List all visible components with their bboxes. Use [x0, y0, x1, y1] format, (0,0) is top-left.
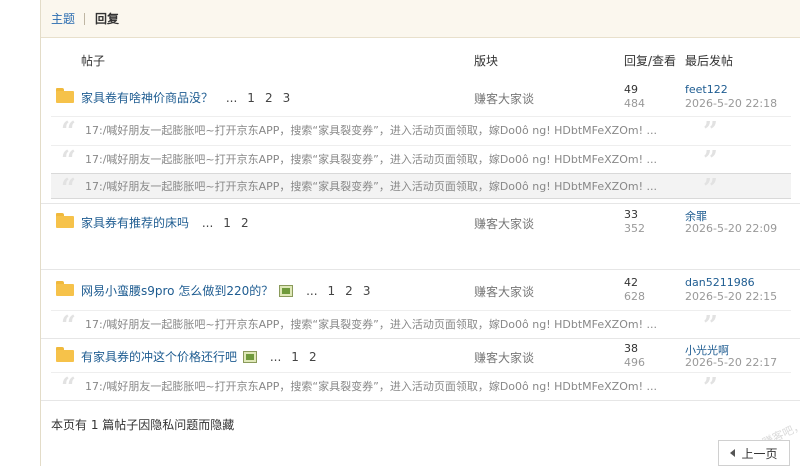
thread-reply-count: 33 — [624, 208, 638, 221]
folder-icon — [56, 213, 74, 228]
tab-replies[interactable]: 回复 — [95, 10, 119, 27]
page-link[interactable]: 1 — [328, 284, 336, 298]
close-quote-icon: ” — [703, 311, 718, 341]
thread-view-count: 496 — [624, 356, 645, 369]
last-post-time: 2026-5-20 22:09 — [685, 222, 778, 235]
page-link[interactable]: 1 — [247, 91, 255, 105]
tab-bar: 主题 回复 — [41, 0, 800, 38]
page-link[interactable]: 3 — [283, 91, 291, 105]
open-quote-icon: “ — [61, 373, 76, 403]
tab-threads[interactable]: 主题 — [51, 10, 75, 27]
thread-view-count: 352 — [624, 222, 645, 235]
reply-quote-highlighted[interactable]: “ 17:/喊好朋友一起膨胀吧~打开京东APP，搜索“家具裂变券”，进入活动页面… — [51, 173, 791, 204]
column-header-post: 帖子 — [81, 54, 106, 68]
thread-list-panel: 主题 回复 帖子 版块 回复/查看 最后发帖 家具卷有啥神价商品没？ ... 1 2… — [40, 0, 800, 466]
reply-quote-text: 17:/喊好朋友一起膨胀吧~打开京东APP，搜索“家具裂变券”，进入活动页面领取… — [85, 180, 657, 193]
last-post-time: 2026-5-20 22:17 — [685, 356, 778, 369]
page-link[interactable]: 2 — [265, 91, 273, 105]
thread-pages: ... 1 2 3 — [221, 91, 295, 105]
column-header-replies-views: 回复/查看 — [624, 54, 677, 68]
page-link[interactable]: 2 — [309, 350, 317, 364]
column-header-last-post: 最后发帖 — [685, 54, 734, 68]
close-quote-icon: ” — [703, 146, 718, 176]
tab-divider — [84, 12, 86, 25]
page-link[interactable]: 2 — [241, 216, 249, 230]
last-poster-link[interactable]: feet122 — [685, 83, 728, 96]
row-divider — [41, 338, 800, 339]
thread-title-row: 有家具券的冲这个价格还行吧 ... 1 2 — [81, 348, 322, 365]
close-quote-icon: ” — [703, 373, 718, 403]
open-quote-icon: “ — [61, 146, 76, 176]
thread-title-row: 家具券有推荐的床吗 ... 1 2 — [81, 214, 254, 231]
reply-quote-text: 17:/喊好朋友一起膨胀吧~打开京东APP，搜索“家具裂变券”，进入活动页面领取… — [85, 379, 657, 393]
folder-icon — [56, 347, 74, 362]
folder-icon — [56, 281, 74, 296]
reply-quote[interactable]: “ 17:/喊好朋友一起膨胀吧~打开京东APP，搜索“家具裂变券”，进入活动页面… — [51, 310, 791, 341]
thread-forum-link[interactable]: 赚客大家谈 — [474, 283, 534, 300]
thread-title-link[interactable]: 家具券有推荐的床吗 — [81, 216, 189, 230]
thread-pages: ... 1 2 — [197, 216, 254, 230]
previous-page-label: 上一页 — [741, 446, 778, 461]
reply-quote[interactable]: “ 17:/喊好朋友一起膨胀吧~打开京东APP，搜索“家具裂变券”，进入活动页面… — [51, 372, 791, 403]
row-divider — [41, 203, 800, 204]
thread-view-count: 628 — [624, 290, 645, 303]
thread-title-row: 家具卷有啥神价商品没？ ... 1 2 3 — [81, 89, 295, 106]
thread-forum-link[interactable]: 赚客大家谈 — [474, 90, 534, 107]
thread-forum-link[interactable]: 赚客大家谈 — [474, 215, 534, 232]
page-ellipsis: ... — [225, 91, 238, 105]
close-quote-icon: ” — [703, 117, 718, 147]
row-divider — [41, 400, 800, 401]
open-quote-icon: “ — [61, 311, 76, 341]
image-attachment-icon — [243, 351, 258, 363]
open-quote-icon: “ — [61, 174, 76, 204]
last-post-time: 2026-5-20 22:18 — [685, 97, 778, 110]
reply-quote-text: 17:/喊好朋友一起膨胀吧~打开京东APP，搜索“家具裂变券”，进入活动页面领取… — [85, 152, 657, 166]
page-ellipsis: ... — [306, 284, 318, 298]
open-quote-icon: “ — [61, 117, 76, 147]
reply-quote[interactable]: “ 17:/喊好朋友一起膨胀吧~打开京东APP，搜索“家具裂变券”，进入活动页面… — [51, 145, 791, 176]
last-poster-link[interactable]: dan5211986 — [685, 276, 755, 289]
thread-reply-count: 49 — [624, 83, 638, 96]
page-ellipsis: ... — [201, 216, 214, 230]
page-ellipsis: ... — [269, 350, 282, 364]
thread-title-link[interactable]: 网易小蛮腰s9pro 怎么做到220的？ — [81, 284, 273, 298]
thread-title-row: 网易小蛮腰s9pro 怎么做到220的？ ... 1 2 3 — [81, 282, 375, 299]
thread-reply-count: 38 — [624, 342, 638, 355]
reply-quote[interactable]: “ 17:/喊好朋友一起膨胀吧~打开京东APP，搜索“家具裂变券”，进入活动页面… — [51, 116, 791, 147]
close-quote-icon: ” — [703, 174, 718, 204]
reply-quote-text: 17:/喊好朋友一起膨胀吧~打开京东APP，搜索“家具裂变券”，进入活动页面领取… — [85, 123, 657, 137]
thread-pages: ... 1 2 3 — [301, 284, 375, 298]
thread-forum-link[interactable]: 赚客大家谈 — [474, 349, 534, 366]
reply-quote-text: 17:/喊好朋友一起膨胀吧~打开京东APP，搜索“家具裂变券”，进入活动页面领取… — [85, 317, 657, 331]
image-attachment-icon — [279, 285, 294, 297]
thread-view-count: 484 — [624, 97, 645, 110]
thread-title-link[interactable]: 有家具券的冲这个价格还行吧 — [81, 350, 237, 364]
thread-title-link[interactable]: 家具卷有啥神价商品没？ — [81, 91, 213, 105]
thread-reply-count: 42 — [624, 276, 638, 289]
previous-page-button[interactable]: 上一页 — [718, 440, 790, 466]
page-link[interactable]: 2 — [345, 284, 353, 298]
chevron-left-icon — [730, 449, 736, 457]
page-link[interactable]: 1 — [223, 216, 231, 230]
column-header-forum: 版块 — [474, 54, 499, 68]
folder-icon — [56, 88, 74, 103]
hidden-posts-note: 本页有 1 篇帖子因隐私问题而隐藏 — [51, 418, 235, 432]
last-post-time: 2026-5-20 22:15 — [685, 290, 778, 303]
thread-pages: ... 1 2 — [265, 350, 322, 364]
row-divider — [41, 269, 800, 270]
page-link[interactable]: 1 — [291, 350, 299, 364]
page-link[interactable]: 3 — [363, 284, 371, 298]
